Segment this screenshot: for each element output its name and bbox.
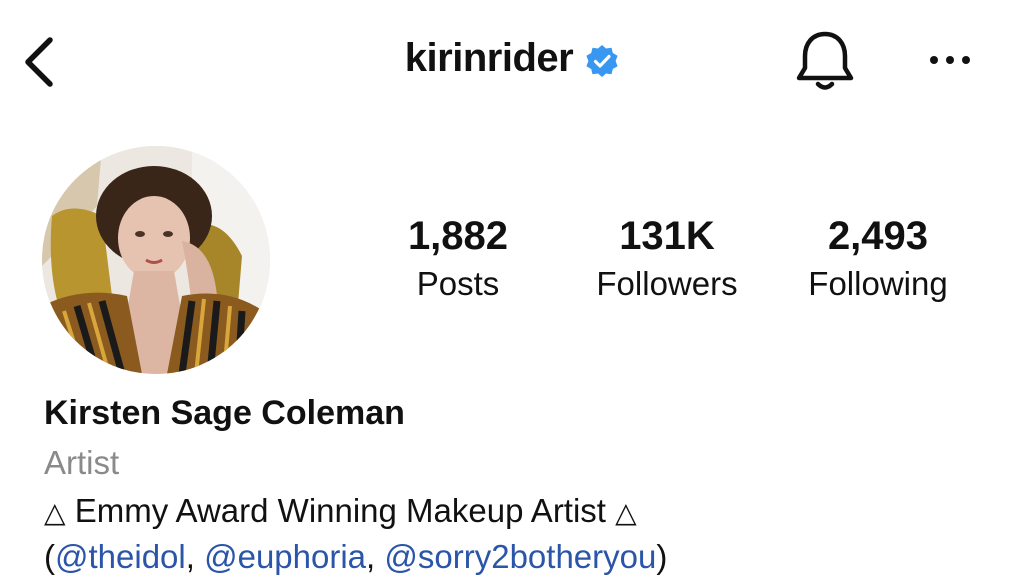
separator: , bbox=[185, 538, 195, 575]
open-paren: ( bbox=[44, 538, 55, 575]
followers-count: 131K bbox=[619, 214, 715, 258]
bio-line-1: △ Emmy Award Winning Makeup Artist △ bbox=[44, 492, 637, 530]
posts-count: 1,882 bbox=[407, 214, 509, 258]
close-paren: ) bbox=[656, 538, 668, 575]
profile-page: kirinrider 1,882 Posts 131K Followers 2,… bbox=[0, 0, 1024, 588]
bio-line-2: (@theidol, @euphoria, @sorry2botheryou) bbox=[44, 538, 667, 576]
following-count: 2,493 bbox=[827, 214, 929, 258]
followers-label: Followers bbox=[596, 265, 738, 302]
following-label: Following bbox=[808, 265, 948, 302]
triangle-icon: △ bbox=[615, 497, 637, 528]
mention-link-sorry2botheryou[interactable]: @sorry2botheryou bbox=[384, 538, 656, 575]
more-dots-icon bbox=[930, 56, 970, 64]
mention-link-euphoria[interactable]: @euphoria bbox=[204, 538, 366, 575]
avatar[interactable] bbox=[42, 146, 270, 374]
bio-text: Emmy Award Winning Makeup Artist bbox=[74, 492, 606, 529]
verified-badge-icon bbox=[585, 44, 619, 78]
full-name: Kirsten Sage Coleman bbox=[44, 394, 405, 432]
username[interactable]: kirinrider bbox=[405, 36, 574, 81]
posts-stat[interactable]: 1,882 Posts bbox=[386, 210, 530, 306]
category-label: Artist bbox=[44, 444, 120, 481]
separator: , bbox=[366, 538, 376, 575]
triangle-icon: △ bbox=[44, 497, 66, 528]
notifications-button[interactable] bbox=[790, 28, 860, 94]
profile-photo-image bbox=[42, 146, 270, 374]
followers-stat[interactable]: 131K Followers bbox=[578, 210, 756, 306]
posts-label: Posts bbox=[416, 265, 500, 302]
header-title: kirinrider bbox=[0, 36, 1024, 86]
mention-link-theidol[interactable]: @theidol bbox=[55, 538, 186, 575]
bell-icon bbox=[796, 31, 854, 90]
more-options-button[interactable] bbox=[920, 40, 980, 80]
following-stat[interactable]: 2,493 Following bbox=[790, 210, 966, 306]
